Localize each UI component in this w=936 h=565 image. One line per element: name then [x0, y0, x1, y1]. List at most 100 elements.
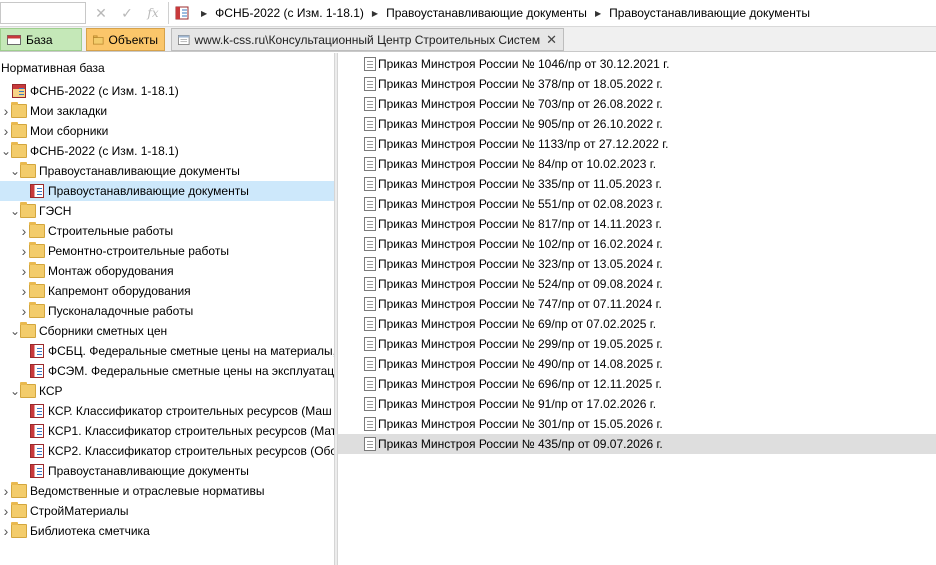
chevron-right-icon[interactable]: › — [19, 263, 29, 279]
cancel-icon[interactable]: ✕ — [92, 4, 110, 22]
document-row[interactable]: Приказ Минстроя России № 69/пр от 07.02.… — [338, 314, 936, 334]
tree-item[interactable]: ФСНБ-2022 (с Изм. 1-18.1) — [0, 81, 334, 101]
folder-icon — [29, 222, 45, 238]
document-title: Приказ Минстроя России № 747/пр от 07.11… — [378, 297, 662, 311]
chevron-right-icon[interactable]: › — [1, 483, 11, 499]
document-row[interactable]: Приказ Минстроя России № 435/пр от 09.07… — [338, 434, 936, 454]
chevron-right-icon[interactable]: › — [1, 123, 11, 139]
document-icon — [364, 297, 376, 311]
document-row[interactable]: Приказ Минстроя России № 102/пр от 16.02… — [338, 234, 936, 254]
tree-item[interactable]: ФСБЦ. Федеральные сметные цены на матери… — [0, 341, 334, 361]
book-icon — [30, 404, 44, 418]
chevron-right-icon[interactable]: › — [1, 523, 11, 539]
document-row[interactable]: Приказ Минстроя России № 696/пр от 12.11… — [338, 374, 936, 394]
tree-item-label: КСР2. Классификатор строительных ресурсо… — [48, 444, 334, 458]
document-row[interactable]: Приказ Минстроя России № 747/пр от 07.11… — [338, 294, 936, 314]
document-icon — [364, 357, 376, 371]
tree-item[interactable]: КСР2. Классификатор строительных ресурсо… — [0, 441, 334, 461]
tree-item[interactable]: ⌄ Сборники сметных цен — [0, 321, 334, 341]
document-row[interactable]: Приказ Минстроя России № 551/пр от 02.08… — [338, 194, 936, 214]
chevron-right-icon[interactable]: › — [19, 243, 29, 259]
document-row[interactable]: Приказ Минстроя России № 378/пр от 18.05… — [338, 74, 936, 94]
chevron-down-icon[interactable]: ⌄ — [10, 165, 20, 177]
chevron-right-icon[interactable]: › — [19, 283, 29, 299]
document-list: Приказ Минстроя России № 1046/пр от 30.1… — [338, 53, 936, 565]
chevron-right-icon[interactable]: › — [19, 303, 29, 319]
chevron-down-icon[interactable]: ⌄ — [1, 145, 11, 157]
document-icon — [364, 317, 376, 331]
document-icon — [364, 237, 376, 251]
document-icon — [364, 417, 376, 431]
folder-icon — [20, 382, 36, 398]
folder-icon — [29, 302, 45, 318]
document-row[interactable]: Приказ Минстроя России № 84/пр от 10.02.… — [338, 154, 936, 174]
tree-item[interactable]: › Капремонт оборудования — [0, 281, 334, 301]
tab-website[interactable]: www.k-css.ru\Консультационный Центр Стро… — [171, 28, 564, 51]
tab-label: www.k-css.ru\Консультационный Центр Стро… — [194, 32, 541, 47]
document-row[interactable]: Приказ Минстроя России № 299/пр от 19.05… — [338, 334, 936, 354]
folder-icon — [29, 242, 45, 258]
tree-item[interactable]: › Строительные работы — [0, 221, 334, 241]
document-row[interactable]: Приказ Минстроя России № 905/пр от 26.10… — [338, 114, 936, 134]
chevron-down-icon[interactable]: ⌄ — [10, 325, 20, 337]
chevron-down-icon[interactable]: ⌄ — [10, 205, 20, 217]
folder-icon — [29, 282, 45, 298]
tree-item[interactable]: ⌄ Правоустанавливающие документы — [0, 161, 334, 181]
close-icon[interactable]: ✕ — [540, 32, 557, 48]
tree-item-label: Сборники сметных цен — [39, 324, 168, 338]
database-icon — [7, 34, 21, 45]
tree-item[interactable]: ФСЭМ. Федеральные сметные цены на эксплу… — [0, 361, 334, 381]
tree-item[interactable]: ⌄ ФСНБ-2022 (с Изм. 1-18.1) — [0, 141, 334, 161]
document-row[interactable]: Приказ Минстроя России № 1046/пр от 30.1… — [338, 54, 936, 74]
document-icon — [364, 97, 376, 111]
document-title: Приказ Минстроя России № 301/пр от 15.05… — [378, 417, 663, 431]
tree-item[interactable]: › Мои сборники — [0, 121, 334, 141]
tree-item[interactable]: › Пусконаладочные работы — [0, 301, 334, 321]
tree-item[interactable]: ⌄ КСР — [0, 381, 334, 401]
tab-objects[interactable]: Объекты — [86, 28, 165, 51]
chevron-right-icon[interactable]: › — [19, 223, 29, 239]
document-row[interactable]: Приказ Минстроя России № 1133/пр от 27.1… — [338, 134, 936, 154]
document-row[interactable]: Приказ Минстроя России № 490/пр от 14.08… — [338, 354, 936, 374]
document-row[interactable]: Приказ Минстроя России № 703/пр от 26.08… — [338, 94, 936, 114]
tree-item[interactable]: ⌄ ГЭСН — [0, 201, 334, 221]
name-box[interactable] — [0, 2, 86, 24]
document-icon — [364, 257, 376, 271]
document-row[interactable]: Приказ Минстроя России № 301/пр от 15.05… — [338, 414, 936, 434]
tree-item-label: СтройМатериалы — [30, 504, 129, 518]
document-row[interactable]: Приказ Минстроя России № 323/пр от 13.05… — [338, 254, 936, 274]
tree-item[interactable]: Правоустанавливающие документы — [0, 181, 334, 201]
folder-icon — [93, 35, 104, 44]
fx-icon[interactable]: fx — [144, 4, 162, 22]
tree-item[interactable]: › Библиотека сметчика — [0, 521, 334, 541]
tree-item[interactable]: КСР1. Классификатор строительных ресурсо… — [0, 421, 334, 441]
tree-item[interactable]: › Ремонтно-строительные работы — [0, 241, 334, 261]
document-title: Приказ Минстроя России № 323/пр от 13.05… — [378, 257, 663, 271]
chevron-right-icon[interactable]: › — [1, 503, 11, 519]
chevron-down-icon[interactable]: ⌄ — [10, 385, 20, 397]
tree-item[interactable]: › СтройМатериалы — [0, 501, 334, 521]
document-row[interactable]: Приказ Минстроя России № 335/пр от 11.05… — [338, 174, 936, 194]
document-row[interactable]: Приказ Минстроя России № 524/пр от 09.08… — [338, 274, 936, 294]
breadcrumb-item[interactable]: Правоустанавливающие документы — [386, 6, 587, 20]
book-icon — [175, 6, 189, 20]
document-row[interactable]: Приказ Минстроя России № 91/пр от 17.02.… — [338, 394, 936, 414]
tree-item[interactable]: › Ведомственные и отраслевые нормативы — [0, 481, 334, 501]
tree-item-label: ФСНБ-2022 (с Изм. 1-18.1) — [30, 144, 179, 158]
tab-base[interactable]: База — [0, 28, 82, 51]
breadcrumb-item[interactable]: ФСНБ-2022 (с Изм. 1-18.1) — [215, 6, 364, 20]
breadcrumb-item[interactable]: Правоустанавливающие документы — [609, 6, 810, 20]
chevron-right-icon[interactable]: › — [1, 103, 11, 119]
tree-item[interactable]: › Мои закладки — [0, 101, 334, 121]
folder-icon — [20, 162, 36, 178]
book-icon — [30, 424, 44, 438]
breadcrumb: ▶ ФСНБ-2022 (с Изм. 1-18.1) ▶ Правоустан… — [168, 2, 936, 24]
tree-item-label: Правоустанавливающие документы — [39, 164, 240, 178]
folder-icon — [29, 262, 45, 278]
tree-item[interactable]: Правоустанавливающие документы — [0, 461, 334, 481]
accept-icon[interactable]: ✓ — [118, 4, 136, 22]
tree-item[interactable]: › Монтаж оборудования — [0, 261, 334, 281]
document-row[interactable]: Приказ Минстроя России № 817/пр от 14.11… — [338, 214, 936, 234]
tree-item[interactable]: КСР. Классификатор строительных ресурсов… — [0, 401, 334, 421]
document-title: Приказ Минстроя России № 102/пр от 16.02… — [378, 237, 663, 251]
